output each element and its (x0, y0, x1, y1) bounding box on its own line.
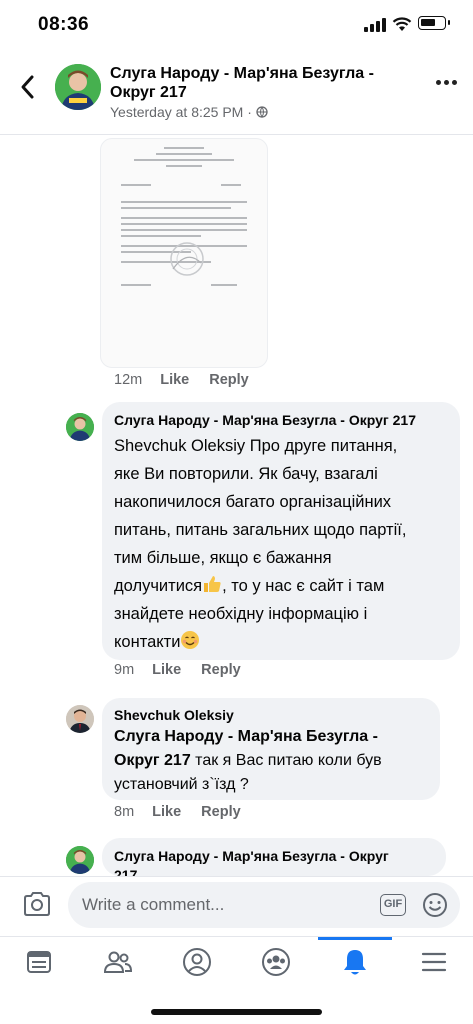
stamp-seal-icon (170, 242, 204, 276)
mention-link[interactable]: Округ 217 (114, 752, 191, 769)
profile-icon (183, 948, 211, 976)
like-button[interactable]: Like (152, 804, 181, 820)
friends-icon (103, 951, 133, 973)
reply-button[interactable]: Reply (201, 662, 241, 678)
comment-placeholder: Write a comment... (82, 895, 225, 914)
post-timestamp: Yesterday at 8:25 PM · (110, 104, 268, 120)
header-divider (0, 134, 473, 135)
mention-link[interactable]: Слуга Народу - Мар'яна Безугла - (114, 728, 378, 745)
menu-hamburger-icon (421, 952, 447, 972)
cellular-signal-icon (364, 18, 386, 32)
battery-icon (418, 16, 450, 30)
more-options-icon[interactable] (436, 80, 458, 88)
post-time-text: Yesterday at 8:25 PM · (110, 104, 252, 120)
page-title[interactable]: Слуга Народу - Мар'яна Безугла - Округ 2… (110, 64, 410, 102)
commenter-avatar[interactable] (66, 705, 94, 733)
commenter-avatar[interactable] (66, 846, 94, 874)
reply-button[interactable]: Reply (209, 372, 249, 388)
comment-bubble[interactable]: Слуга Народу - Мар'яна Безугла - Округ 21… (102, 838, 446, 876)
like-button[interactable]: Like (160, 372, 189, 388)
comment-author[interactable]: Слуга Народу - Мар'яна Безугла - Округ 21… (114, 847, 434, 876)
camera-icon[interactable] (22, 890, 52, 918)
like-button[interactable]: Like (152, 662, 181, 678)
tab-menu[interactable] (404, 937, 464, 987)
tab-groups[interactable] (246, 937, 306, 987)
back-icon[interactable] (18, 74, 38, 100)
comment-bubble[interactable]: Слуга Народу - Мар'яна Безугла - Округ 2… (102, 402, 460, 660)
globe-icon (256, 106, 268, 118)
comment-time: 12m (114, 372, 143, 388)
status-time: 08:36 (38, 14, 90, 35)
home-indicator (151, 1009, 322, 1015)
tab-news-feed[interactable] (9, 937, 69, 987)
smiling-face-emoji-icon (181, 631, 200, 649)
emoji-smiley-icon[interactable] (422, 892, 448, 918)
document-image-attachment[interactable] (100, 138, 268, 368)
comment-meta: 9m Like Reply (114, 662, 241, 678)
groups-icon (262, 948, 290, 976)
wifi-icon (392, 17, 412, 31)
comment-text: Shevchuk Oleksiy Про друге питання, яке … (114, 437, 407, 651)
comment-meta: 8m Like Reply (114, 804, 241, 820)
reply-button[interactable]: Reply (201, 804, 241, 820)
comment-input[interactable]: Write a comment... GIF (68, 882, 460, 928)
tab-profile[interactable] (167, 937, 227, 987)
tab-friends[interactable] (88, 937, 148, 987)
tab-notifications[interactable] (325, 937, 385, 987)
gif-button[interactable]: GIF (380, 894, 406, 916)
comment-text: Слуга Народу - Мар'яна Безугла - Округ 2… (114, 728, 382, 793)
thumbs-up-emoji-icon (204, 576, 221, 592)
comment-bubble[interactable]: Shevchuk Oleksiy Слуга Народу - Мар'яна … (102, 698, 440, 800)
bottom-tab-bar (0, 936, 473, 987)
news-feed-icon (27, 951, 51, 973)
comment-time: 9m (114, 662, 135, 678)
comment-time: 8m (114, 804, 135, 820)
notifications-bell-icon (344, 950, 366, 975)
comment-author[interactable]: Слуга Народу - Мар'яна Безугла - Округ 2… (114, 411, 448, 430)
comment-author[interactable]: Shevchuk Oleksiy (114, 706, 428, 725)
page-avatar[interactable] (55, 64, 101, 110)
commenter-avatar[interactable] (66, 413, 94, 441)
attachment-meta: 12m Like Reply (114, 372, 249, 388)
